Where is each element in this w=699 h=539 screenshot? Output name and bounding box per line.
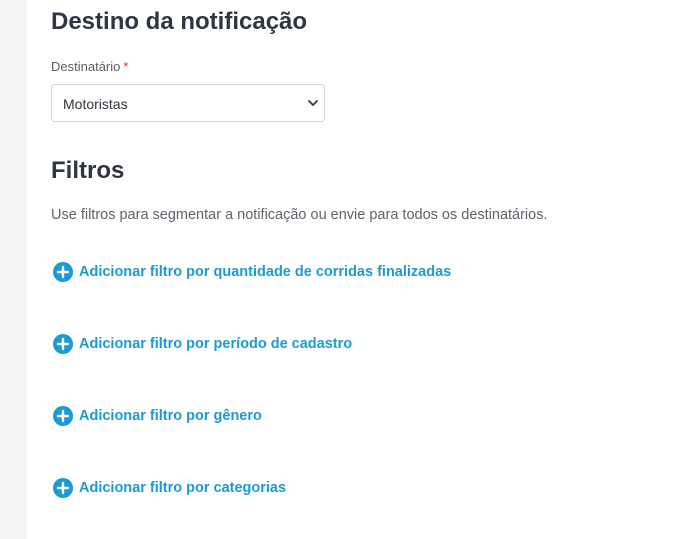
- add-filter-gender-link[interactable]: Adicionar filtro por gênero: [53, 405, 262, 427]
- plus-circle-icon: [53, 478, 73, 498]
- recipient-select-value: Motoristas: [63, 96, 128, 112]
- add-filter-label: Adicionar filtro por período de cadastro: [79, 336, 353, 352]
- destino-section-title: Destino da notificação: [51, 8, 308, 35]
- add-filter-label: Adicionar filtro por categorias: [79, 480, 287, 496]
- chevron-down-icon: [308, 100, 318, 106]
- add-filter-finished-rides-link[interactable]: Adicionar filtro por quantidade de corri…: [53, 261, 451, 283]
- recipient-field-label: Destinatário *: [51, 59, 128, 74]
- add-filter-categories-link[interactable]: Adicionar filtro por categorias: [53, 477, 286, 499]
- add-filter-label: Adicionar filtro por gênero: [79, 408, 262, 424]
- recipient-label-text: Destinatário: [51, 59, 121, 74]
- add-filter-registration-period-link[interactable]: Adicionar filtro por período de cadastro: [53, 333, 352, 355]
- filtros-section-title: Filtros: [51, 157, 125, 184]
- plus-circle-icon: [53, 334, 73, 354]
- add-filter-label: Adicionar filtro por quantidade de corri…: [79, 264, 452, 280]
- filtros-description: Use filtros para segmentar a notificação…: [51, 207, 548, 223]
- required-marker: *: [123, 59, 129, 74]
- recipient-select[interactable]: Motoristas: [51, 84, 325, 122]
- plus-circle-icon: [53, 406, 73, 426]
- plus-circle-icon: [53, 262, 73, 282]
